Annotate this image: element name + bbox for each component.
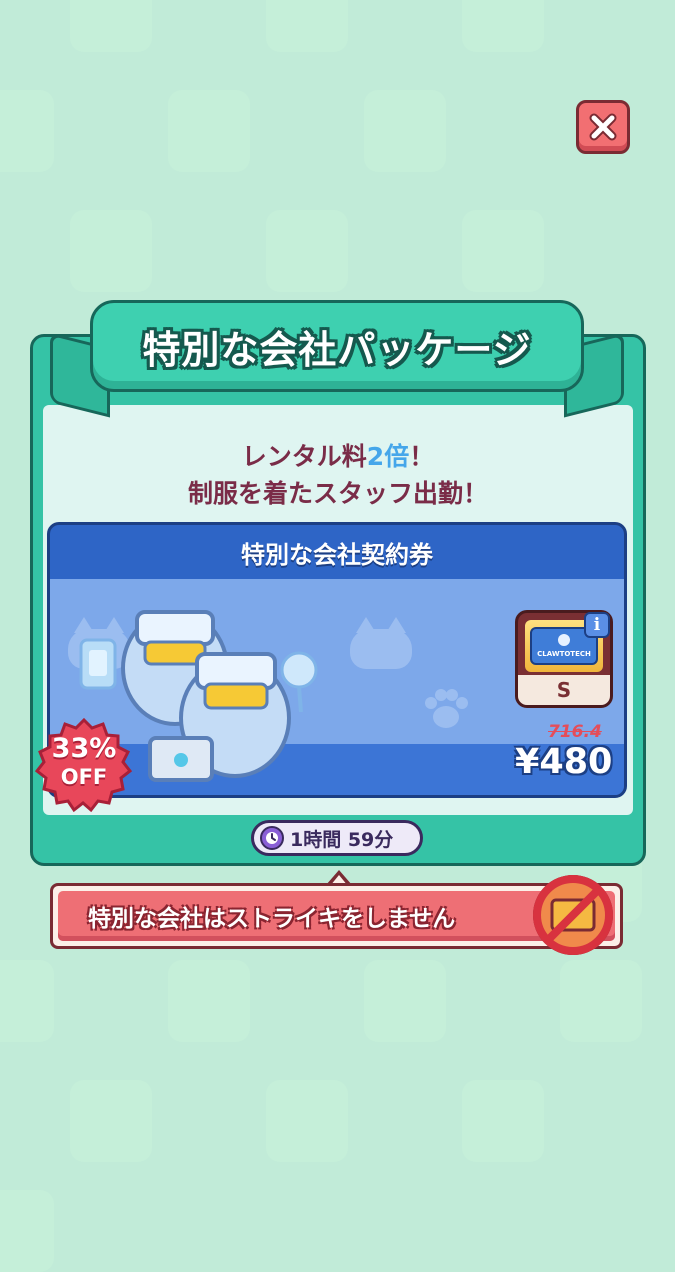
close-icon [589, 113, 617, 141]
original-price: 716.4 [548, 722, 602, 742]
discount-percent: 33% [51, 733, 117, 764]
multiplier-text: 2倍 [366, 442, 410, 471]
timer-text: 1時間 59分 [290, 828, 394, 851]
package-description: レンタル料2倍！ 制服を着たスタッフ出勤！ [30, 438, 646, 512]
clock-icon [260, 826, 284, 850]
discount-label: OFF [60, 765, 108, 789]
offer-title: 特別な会社契約券 [241, 540, 433, 569]
discount-badge: 33% OFF [34, 735, 134, 791]
time-remaining: 1時間 59分 [251, 820, 423, 856]
info-icon[interactable]: i [584, 612, 610, 638]
paw-pattern-icon [425, 689, 468, 728]
cat-pattern-icon [350, 617, 412, 669]
item-grade: S [518, 675, 610, 705]
no-strike-icon [533, 875, 613, 955]
description-line-2: 制服を着たスタッフ出勤！ [187, 479, 488, 508]
description-line-1: レンタル料2倍！ [241, 442, 435, 471]
close-button[interactable] [576, 100, 630, 154]
ticket-logo-text: CLAWTOTECH [537, 650, 591, 658]
notice-text: 特別な会社はストライキをしません [88, 906, 456, 932]
page-title: 特別な会社パッケージ [142, 327, 532, 372]
price-button[interactable]: ¥480 [515, 742, 612, 782]
title-ribbon: 特別な会社パッケージ [50, 300, 624, 418]
